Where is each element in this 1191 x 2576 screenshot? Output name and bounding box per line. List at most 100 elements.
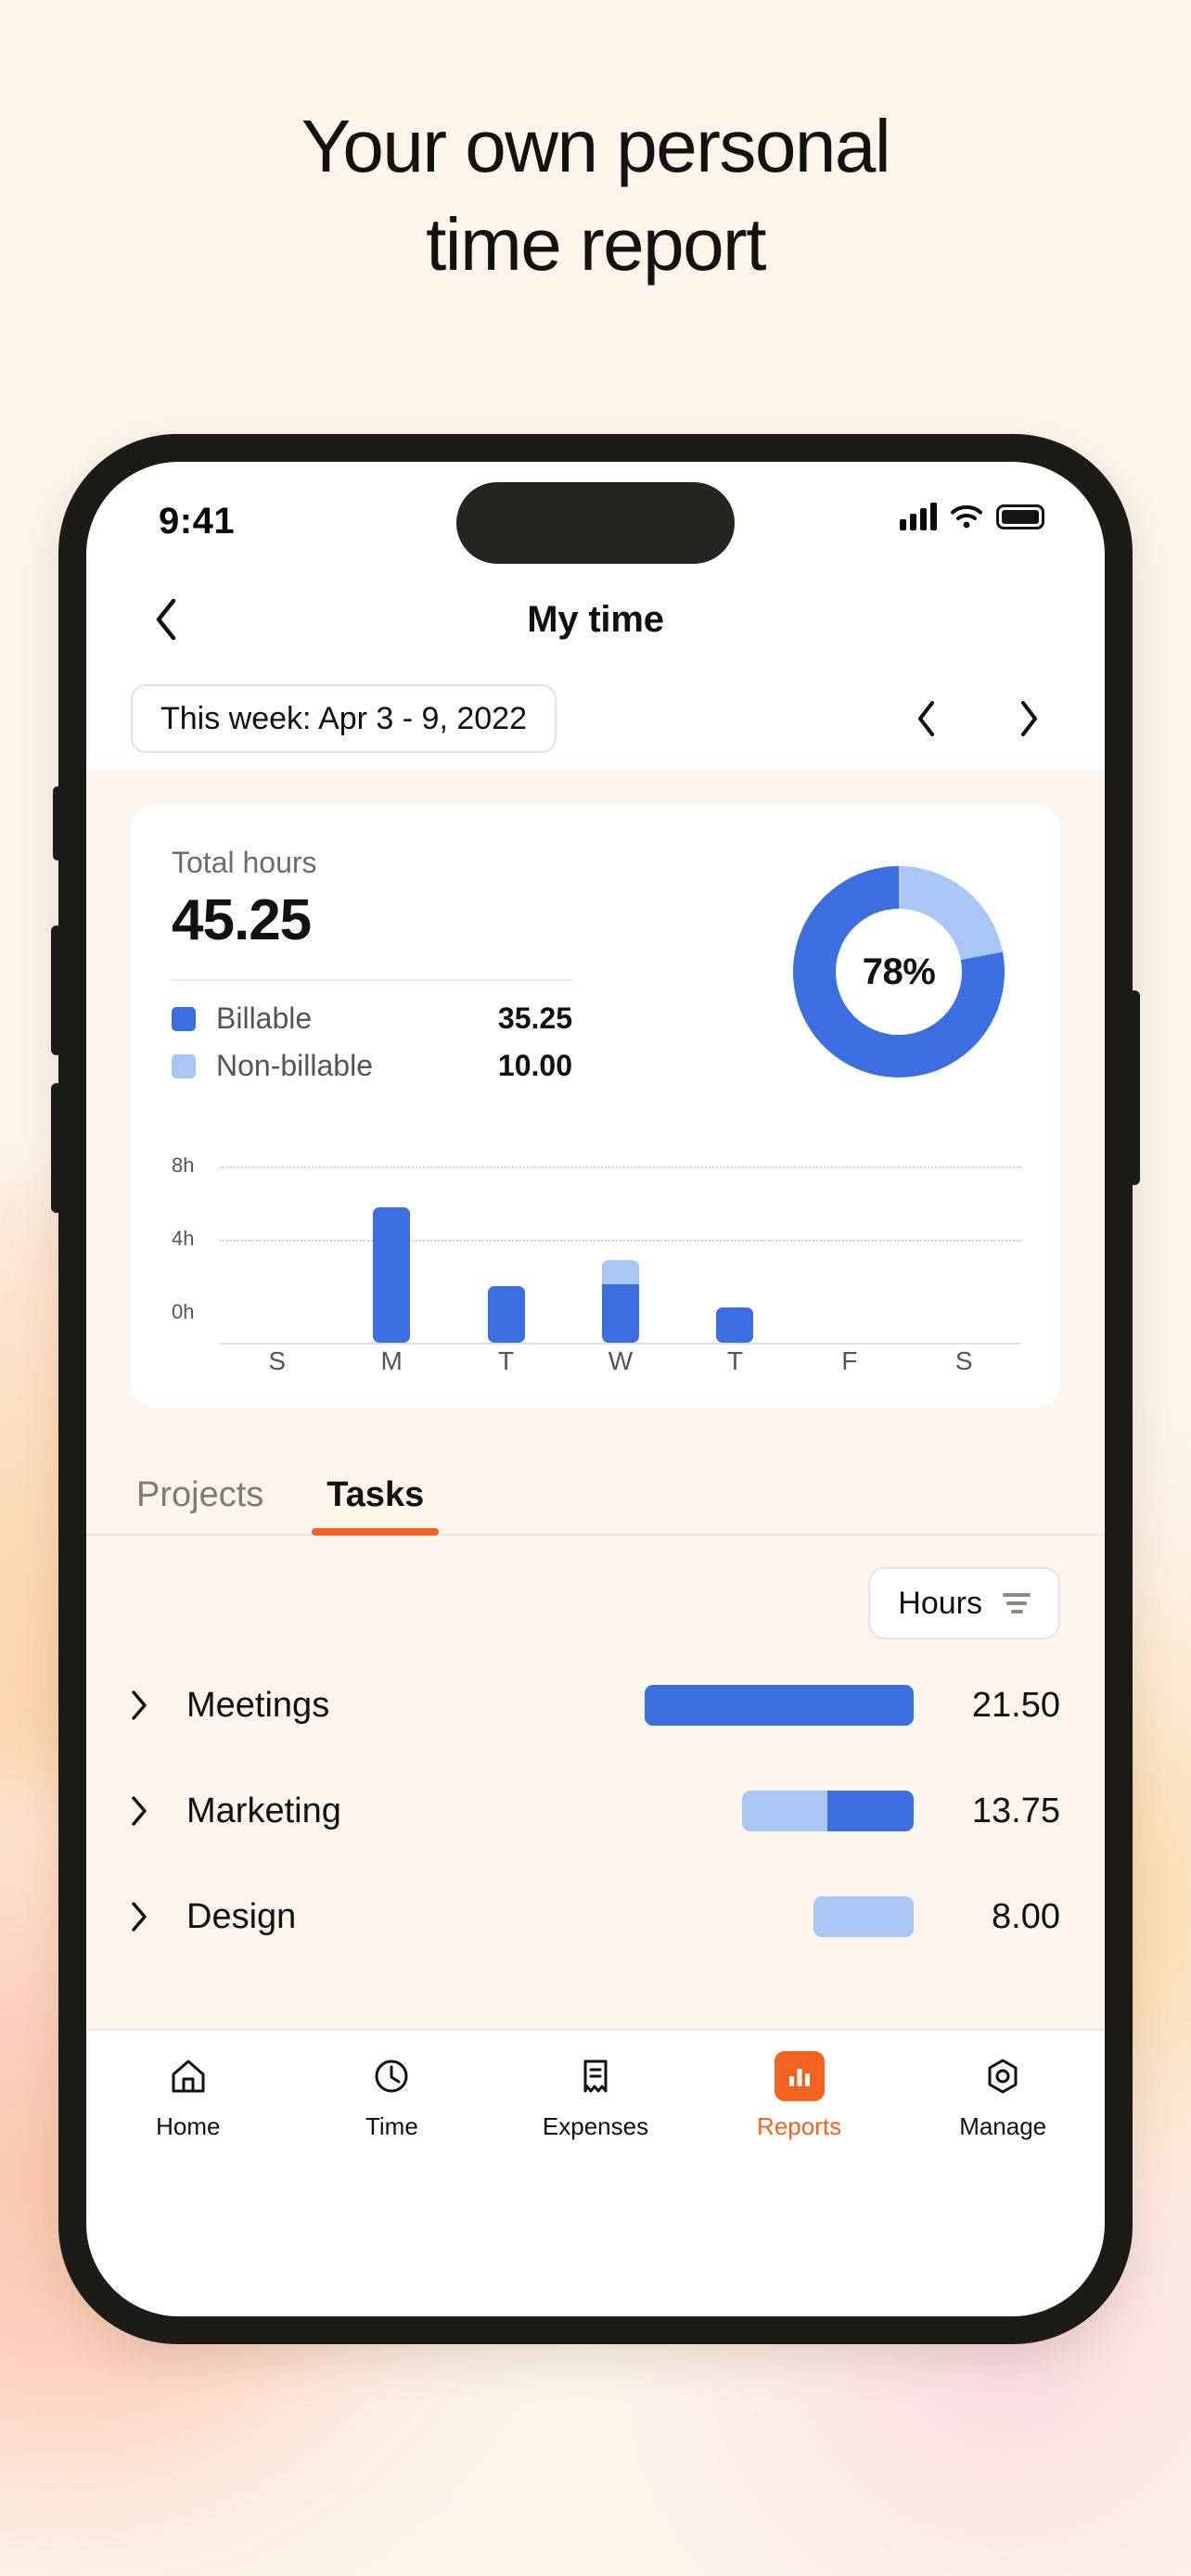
week-range-label: This week: Apr 3 - 9, 2022 <box>160 700 527 736</box>
x-axis-tick-label: F <box>841 1346 858 1375</box>
screen-title: My time <box>527 598 664 640</box>
task-bar-billable <box>826 1791 914 1831</box>
phone-screen: 9:41 My time This week: Apr 3 - 9, 2022 … <box>86 462 1105 2316</box>
filter-icon <box>1003 1593 1031 1613</box>
expand-chevron-icon[interactable] <box>131 1796 168 1826</box>
bottom-nav-item-home[interactable]: Home <box>86 2051 290 2141</box>
donut-center: 78% <box>836 909 962 1035</box>
task-hours-value: 21.50 <box>971 1685 1060 1725</box>
y-axis-tick-8h: 8h <box>172 1153 195 1177</box>
bar-chart-plot-area <box>220 1178 1021 1343</box>
x-axis-tick-label: S <box>954 1346 973 1375</box>
page-title: Your own personal time report <box>0 109 1191 282</box>
weekly-hours-bar-chart: 8h 4h 0h S M T W T F S <box>172 1148 1021 1380</box>
silent-switch[interactable] <box>53 786 62 861</box>
headline-line-2: time report <box>426 203 766 286</box>
x-axis-line <box>220 1343 1021 1345</box>
bottom-nav-item-expenses[interactable]: Expenses <box>493 2051 698 2141</box>
report-tabs: Projects Tasks <box>86 1424 1105 1536</box>
bar-stack <box>716 1307 754 1343</box>
bar-column <box>925 1178 1003 1343</box>
task-list: Meetings 21.50 Marketing 13.75 Design 8.00 <box>86 1652 1105 1970</box>
y-axis-tick-4h: 4h <box>172 1226 195 1250</box>
tab-projects-label: Projects <box>136 1475 264 1514</box>
task-hours-value: 13.75 <box>971 1791 1060 1830</box>
bottom-nav-label: Manage <box>959 2112 1047 2140</box>
bottom-nav-label: Reports <box>757 2112 842 2140</box>
previous-week-button[interactable] <box>901 693 953 745</box>
status-bar-indicators <box>900 503 1044 530</box>
bottom-nav-label: Home <box>156 2112 221 2140</box>
report-body: Total hours 45.25 Billable 35.25 Non-bil… <box>86 770 1105 2173</box>
legend-value-non-billable: 10.00 <box>497 1049 572 1082</box>
week-nav-controls <box>901 693 1055 745</box>
gridline <box>220 1166 1021 1168</box>
bar-segment-billable <box>716 1307 754 1343</box>
task-row[interactable]: Design 8.00 <box>86 1864 1105 1970</box>
bar-segment-billable <box>487 1285 525 1343</box>
receipt-icon <box>570 2051 621 2101</box>
phone-mockup: 9:41 My time This week: Apr 3 - 9, 2022 … <box>51 434 1140 2344</box>
back-button[interactable] <box>140 593 192 645</box>
task-hours-bar <box>813 1896 914 1937</box>
volume-down-button[interactable] <box>51 1083 62 1213</box>
power-button[interactable] <box>1129 990 1140 1185</box>
signal-icon <box>900 503 937 530</box>
chart-icon <box>774 2051 825 2101</box>
legend-value-billable: 35.25 <box>497 1001 572 1035</box>
headline-line-1: Your own personal <box>301 105 891 187</box>
week-range-chip[interactable]: This week: Apr 3 - 9, 2022 <box>131 684 557 753</box>
legend-item-billable: Billable 35.25 <box>172 1001 572 1036</box>
x-axis-tick-label: S <box>268 1346 287 1375</box>
bottom-nav-item-manage[interactable]: Manage <box>901 2051 1105 2141</box>
sort-by-hours-button[interactable]: Hours <box>868 1567 1060 1639</box>
bar-stack <box>601 1260 639 1343</box>
tab-tasks[interactable]: Tasks <box>312 1475 440 1536</box>
x-axis-tick-label: W <box>608 1346 634 1375</box>
legend-swatch-non-billable <box>172 1053 196 1078</box>
home-icon <box>163 2051 213 2101</box>
chevron-right-icon <box>1021 701 1037 736</box>
bar-column <box>238 1178 316 1343</box>
task-name: Design <box>186 1896 297 1936</box>
x-axis-tick-label: T <box>497 1346 515 1375</box>
task-hours-value: 8.00 <box>992 1896 1060 1936</box>
dynamic-island <box>456 482 735 564</box>
chevron-left-icon <box>918 701 934 736</box>
task-name: Marketing <box>186 1791 341 1830</box>
divider <box>172 979 572 981</box>
bar-column <box>582 1178 660 1343</box>
x-axis-tick-label: T <box>726 1346 743 1375</box>
next-week-button[interactable] <box>1003 693 1055 745</box>
y-axis-tick-0h: 0h <box>172 1300 195 1323</box>
task-bar-billable <box>645 1685 914 1726</box>
bottom-nav-label: Expenses <box>542 2112 649 2140</box>
task-row[interactable]: Marketing 13.75 <box>86 1758 1105 1864</box>
task-bar-non-billable <box>741 1791 827 1831</box>
task-hours-bar <box>645 1685 914 1726</box>
task-name: Meetings <box>186 1685 330 1725</box>
x-axis-tick-label: M <box>380 1346 403 1375</box>
bottom-nav-label: Time <box>365 2112 418 2140</box>
task-hours-bar <box>741 1791 914 1831</box>
donut-percent-label: 78% <box>862 950 936 992</box>
tab-projects[interactable]: Projects <box>131 1475 269 1534</box>
billable-donut-chart: 78% <box>793 866 1005 1078</box>
sort-button-label: Hours <box>898 1585 982 1621</box>
clock-icon <box>366 2051 416 2101</box>
bottom-tab-bar: Home Time Expenses Reports Manage <box>86 2029 1105 2173</box>
bar-column <box>696 1178 774 1343</box>
task-bar-non-billable <box>813 1896 914 1937</box>
bottom-nav-item-reports[interactable]: Reports <box>698 2051 902 2141</box>
expand-chevron-icon[interactable] <box>131 1902 168 1932</box>
bottom-nav-item-time[interactable]: Time <box>290 2051 494 2141</box>
week-selector: This week: Apr 3 - 9, 2022 <box>86 668 1105 770</box>
x-axis-labels: SMTWTFS <box>220 1346 1021 1380</box>
battery-icon <box>996 504 1044 529</box>
status-bar-time: 9:41 <box>159 501 236 542</box>
expand-chevron-icon[interactable] <box>131 1690 168 1720</box>
summary-card: Total hours 45.25 Billable 35.25 Non-bil… <box>131 805 1060 1408</box>
volume-up-button[interactable] <box>51 925 62 1055</box>
status-bar: 9:41 <box>86 462 1105 571</box>
task-row[interactable]: Meetings 21.50 <box>86 1652 1105 1758</box>
